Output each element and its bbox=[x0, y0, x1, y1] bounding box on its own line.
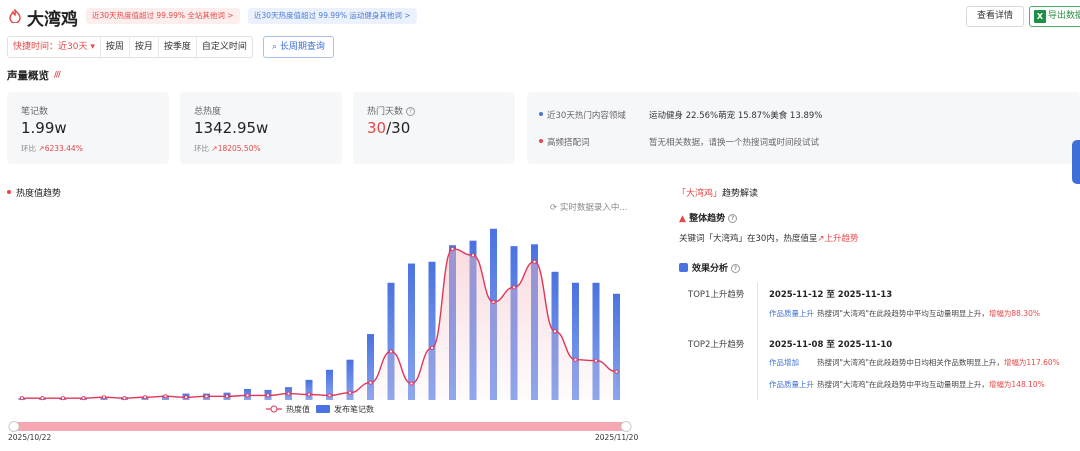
heat-point-2025/11/20 bbox=[614, 369, 619, 374]
heat-point-2025/11/19 bbox=[593, 358, 599, 363]
top1-desc: 热搜词"大湾鸡"在此段趋势中平均互动量明显上升，增幅为88.30% bbox=[817, 309, 1041, 318]
site-rank-badge[interactable]: 近30天热度值超过 99.99% 全站其他词 > bbox=[86, 8, 240, 24]
top2-tag-1: 作品增加 bbox=[769, 358, 799, 367]
top1-label: TOP1上升趋势 bbox=[688, 290, 745, 300]
heat-point-2025/10/29 bbox=[163, 394, 168, 399]
filter-custom-time[interactable]: 自定义时间 bbox=[197, 37, 252, 57]
heat-point-2025/11/11 bbox=[429, 345, 435, 350]
heat-point-2025/10/26 bbox=[101, 395, 107, 400]
heat-point-2025/11/18 bbox=[573, 357, 578, 362]
card-label: 热门天数? bbox=[367, 104, 416, 117]
export-label: 导出数据 bbox=[1048, 11, 1080, 21]
divider bbox=[757, 282, 758, 400]
card-value: 1.99w bbox=[21, 119, 67, 137]
heat-point-2025/10/24 bbox=[60, 396, 66, 401]
card-change: 环比 ↗6233.44% bbox=[21, 144, 83, 153]
search-icon: ⌕ bbox=[272, 42, 280, 52]
domain-value: 运动健身 22.56%萌宠 15.87%美食 13.89% bbox=[649, 111, 823, 121]
heat-point-2025/11/09 bbox=[388, 349, 394, 354]
range-end-label: 2025/11/20 bbox=[595, 433, 638, 442]
heat-point-2025/11/13 bbox=[470, 253, 476, 258]
range-slider-track bbox=[14, 422, 626, 431]
analysis-icon bbox=[679, 263, 688, 272]
flame-icon: ▲ bbox=[679, 214, 690, 224]
top1-tag: 作品质量上升 bbox=[769, 309, 814, 318]
card-change: 环比 ↗18205.50% bbox=[194, 144, 261, 153]
summary-card: 近30天热门内容领域 运动健身 22.56%萌宠 15.87%美食 13.89%… bbox=[527, 92, 1080, 164]
heat-point-2025/10/22 bbox=[19, 396, 25, 401]
card-label: 总热度 bbox=[194, 107, 222, 117]
heat-point-2025/10/28 bbox=[142, 395, 148, 400]
heat-point-2025/10/23 bbox=[40, 396, 45, 401]
page-title: 大湾鸡 bbox=[27, 10, 78, 30]
heat-point-2025/11/04 bbox=[286, 391, 291, 396]
chart-title: 热度值趋势 bbox=[7, 186, 61, 199]
effect-analysis-title: 效果分析? bbox=[679, 261, 741, 274]
range-handle-end[interactable] bbox=[620, 421, 632, 432]
heat-point-2025/11/08 bbox=[368, 380, 373, 385]
heat-point-2025/10/27 bbox=[122, 396, 127, 401]
overall-trend-title: ▲ 整体趋势? bbox=[679, 211, 738, 224]
heat-point-2025/11/01 bbox=[224, 394, 230, 399]
range-start-label: 2025/10/22 bbox=[8, 433, 51, 442]
filter-by-week[interactable]: 按周 bbox=[101, 37, 130, 57]
legend-bar-icon bbox=[316, 405, 330, 413]
panel-title: 「大湾鸡」趋势解读 bbox=[677, 189, 759, 199]
heat-trend-chart: 热度值 发布笔记数 2025/10/22 2025/11/20 bbox=[8, 228, 638, 442]
heat-point-2025/11/17 bbox=[552, 329, 558, 334]
heat-point-2025/11/15 bbox=[511, 285, 517, 290]
heat-point-2025/11/14 bbox=[491, 299, 496, 305]
top2-date: 2025-11-08 至 2025-11-10 bbox=[769, 340, 893, 350]
heat-point-2025/11/03 bbox=[265, 393, 271, 398]
pair-label: 高频搭配词 bbox=[539, 136, 590, 148]
top2-label: TOP2上升趋势 bbox=[688, 340, 745, 350]
filter-by-quarter[interactable]: 按季度 bbox=[159, 37, 197, 57]
info-icon[interactable]: ? bbox=[731, 264, 741, 273]
time-filter-group: 快捷时间：近30天 ▾ 按周 按月 按季度 自定义时间 bbox=[7, 36, 253, 58]
heat-point-2025/10/25 bbox=[81, 396, 86, 401]
heat-point-2025/10/30 bbox=[183, 395, 189, 400]
card-value: 30/30 bbox=[367, 119, 411, 137]
category-rank-badge[interactable]: 近30天热度值超过 99.99% 运动健身其他词 > bbox=[248, 8, 417, 24]
total-heat-card: 总热度 1342.95w 环比 ↗18205.50% bbox=[180, 92, 342, 164]
top2-desc-2: 热搜词"大湾鸡"在此段趋势中平均互动量明显上升，增幅为148.10% bbox=[817, 380, 1045, 389]
domain-label: 近30天热门内容领域 bbox=[539, 109, 626, 121]
heat-point-2025/11/10 bbox=[409, 381, 414, 386]
heat-point-2025/11/05 bbox=[306, 392, 312, 397]
legend-notes-label: 发布笔记数 bbox=[334, 404, 374, 414]
card-value: 1342.95w bbox=[194, 119, 269, 137]
heat-point-2025/11/16 bbox=[532, 259, 537, 264]
heat-point-2025/11/07 bbox=[347, 390, 353, 395]
top1-date: 2025-11-12 至 2025-11-13 bbox=[769, 290, 893, 300]
decoration-icon: /// bbox=[54, 70, 61, 79]
excel-icon: X bbox=[1034, 10, 1046, 23]
info-icon[interactable]: ? bbox=[728, 214, 738, 223]
side-float-tab[interactable] bbox=[1072, 140, 1080, 184]
export-data-button[interactable]: X 导出数据 bbox=[1029, 6, 1080, 27]
heat-area bbox=[22, 248, 617, 400]
card-label: 笔记数 bbox=[21, 107, 49, 117]
legend-line-marker bbox=[270, 405, 278, 413]
flame-logo-icon bbox=[9, 9, 21, 23]
overall-trend-text: 关键词「大湾鸡」在30内，热度值呈↗上升趋势 bbox=[679, 234, 859, 244]
heat-point-2025/11/12 bbox=[450, 246, 455, 251]
pair-value: 暂无相关数据，请换一个热搜词或时间段试试 bbox=[649, 138, 820, 148]
top2-desc-1: 热搜词"大湾鸡"在此段趋势中日均相关作品数明显上升，增幅为117.60% bbox=[817, 358, 1060, 367]
heat-point-2025/11/06 bbox=[327, 393, 332, 398]
long-period-query-button[interactable]: ⌕ 长周期查询 bbox=[263, 36, 334, 58]
note-count-card: 笔记数 1.99w 环比 ↗6233.44% bbox=[7, 92, 169, 164]
range-handle-start[interactable] bbox=[8, 421, 20, 432]
filter-by-month[interactable]: 按月 bbox=[130, 37, 159, 57]
hot-days-card: 热门天数? 30/30 bbox=[353, 92, 515, 164]
view-detail-button[interactable]: 查看详情 bbox=[966, 6, 1024, 27]
filter-quick-time[interactable]: 快捷时间：近30天 ▾ bbox=[8, 37, 101, 57]
heat-point-2025/11/02 bbox=[245, 393, 250, 398]
section-title: 声量概览 bbox=[7, 70, 49, 82]
heat-point-2025/10/31 bbox=[204, 394, 209, 399]
top2-tag-2: 作品质量上升 bbox=[769, 380, 814, 389]
legend-heat-label: 热度值 bbox=[286, 404, 310, 414]
bar-2025/11/10 bbox=[408, 263, 415, 400]
info-icon[interactable]: ? bbox=[406, 107, 416, 116]
